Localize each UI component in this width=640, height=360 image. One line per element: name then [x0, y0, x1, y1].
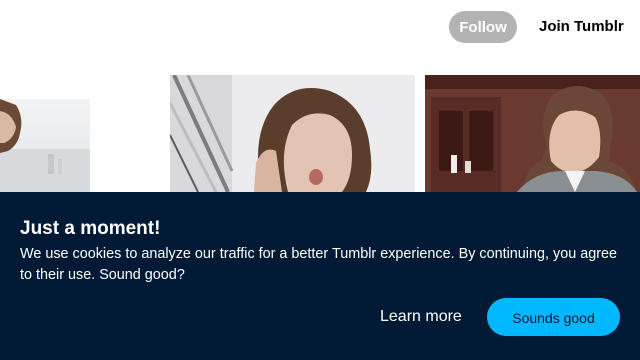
follow-button[interactable]: Follow	[449, 11, 517, 43]
portrait-photo-3	[425, 75, 640, 192]
post-photo-3[interactable]	[425, 75, 640, 192]
learn-more-link[interactable]: Learn more	[380, 307, 462, 327]
cookie-banner-message: We use cookies to analyze our traffic fo…	[20, 246, 617, 283]
portrait-photo-1	[0, 99, 90, 192]
portrait-photo-2	[170, 75, 415, 192]
top-header: Follow Join Tumblr	[0, 0, 640, 56]
post-photo-2[interactable]	[170, 75, 415, 192]
tumblr-page: Follow Join Tumblr Just a moment! We use…	[0, 0, 640, 360]
post-photo-1[interactable]	[0, 99, 90, 192]
cookie-consent-banner: Just a moment! We use cookies to analyze…	[0, 192, 640, 360]
cookie-banner-title: Just a moment!	[20, 218, 161, 239]
sounds-good-button[interactable]: Sounds good	[487, 298, 620, 336]
join-tumblr-link[interactable]: Join Tumblr	[539, 18, 624, 36]
